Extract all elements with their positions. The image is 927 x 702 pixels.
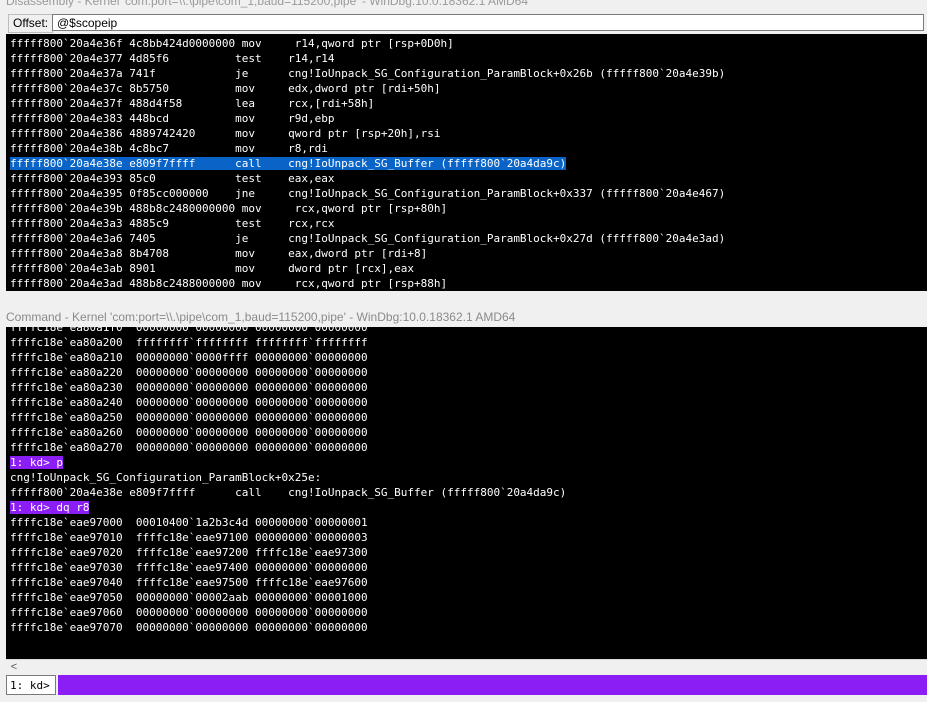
command-output-text: ffffc18e`eae97000 00010400`1a2b3c4d 0000… [10, 516, 368, 529]
command-output-text: ffffc18e`eae97070 00000000`00000000 0000… [10, 621, 368, 634]
disassembly-line[interactable]: fffff800`20a4e37f 488d4f58 lea rcx,[rdi+… [10, 96, 725, 111]
command-output-text: cng!IoUnpack_SG_Configuration_ParamBlock… [10, 471, 322, 484]
command-output-line: ffffc18e`eae97000 00010400`1a2b3c4d 0000… [10, 515, 566, 530]
command-echo-text: 1: kd> dq r8 [10, 501, 90, 514]
disassembly-line[interactable]: fffff800`20a4e393 85c0 test eax,eax [10, 171, 725, 186]
disassembly-line-text: fffff800`20a4e383 448bcd mov r9d,ebp [10, 112, 335, 125]
command-output-line: ffffc18e`eae97030 ffffc18e`eae97400 0000… [10, 560, 566, 575]
disassembly-line-text: fffff800`20a4e3ad 488b8c2488000000 mov r… [10, 277, 448, 290]
command-output-text: ffffc18e`ea80a220 00000000`00000000 0000… [10, 366, 368, 379]
disassembly-line-current[interactable]: fffff800`20a4e38e e809f7ffff call cng!Io… [10, 156, 725, 171]
command-output-line: ffffc18e`ea80a260 00000000`00000000 0000… [10, 425, 566, 440]
command-output-line: ffffc18e`eae97010 ffffc18e`eae97100 0000… [10, 530, 566, 545]
command-output-text: ffffc18e`ea80a270 00000000`00000000 0000… [10, 441, 368, 454]
disassembly-line-text: fffff800`20a4e3ab 8901 mov dword ptr [rc… [10, 262, 414, 275]
disassembly-line-text: fffff800`20a4e39b 488b8c2480000000 mov r… [10, 202, 448, 215]
disassembly-line-text: fffff800`20a4e36f 4c8bb424d0000000 mov r… [10, 37, 454, 50]
command-output-text: ffffc18e`eae97040 ffffc18e`eae97500 ffff… [10, 576, 368, 589]
disassembly-line[interactable]: fffff800`20a4e37a 741f je cng!IoUnpack_S… [10, 66, 725, 81]
command-output-line: ffffc18e`ea80a270 00000000`00000000 0000… [10, 440, 566, 455]
command-line: 1: kd> [6, 675, 927, 695]
disassembly-line-text: fffff800`20a4e37f 488d4f58 lea rcx,[rdi+… [10, 97, 375, 110]
command-output-line: ffffc18e`ea80a220 00000000`00000000 0000… [10, 365, 566, 380]
command-output-line: ffffc18e`ea80a240 00000000`00000000 0000… [10, 395, 566, 410]
command-output-text: ffffc18e`ea80a250 00000000`00000000 0000… [10, 411, 368, 424]
disassembly-lines: fffff800`20a4e36f 4c8bb424d0000000 mov r… [10, 36, 725, 291]
command-output-text: ffffc18e`ea80a200 ffffffff`ffffffff ffff… [10, 336, 368, 349]
command-title: Command - Kernel 'com:port=\\.\pipe\com_… [6, 310, 516, 324]
disassembly-title: Disassembly - Kernel 'com:port=\\.\pipe\… [6, 0, 528, 8]
disassembly-window: Disassembly - Kernel 'com:port=\\.\pipe\… [0, 0, 927, 297]
disassembly-line[interactable]: fffff800`20a4e383 448bcd mov r9d,ebp [10, 111, 725, 126]
command-output-line: ffffc18e`eae97040 ffffc18e`eae97500 ffff… [10, 575, 566, 590]
disassembly-line-text: fffff800`20a4e393 85c0 test eax,eax [10, 172, 335, 185]
command-output-text: ffffc18e`eae97060 00000000`00000000 0000… [10, 606, 368, 619]
disassembly-line[interactable]: fffff800`20a4e3ab 8901 mov dword ptr [rc… [10, 261, 725, 276]
command-output-text: ffffc18e`ea80a210 00000000`0000ffff 0000… [10, 351, 368, 364]
disassembly-line-text: fffff800`20a4e38e e809f7ffff call cng!Io… [10, 157, 567, 170]
command-output-text: ffffc18e`ea80a240 00000000`00000000 0000… [10, 396, 368, 409]
command-output-line: ffffc18e`eae97050 00000000`00002aab 0000… [10, 590, 566, 605]
command-echo-line: 1: kd> p [10, 455, 566, 470]
command-output-line: ffffc18e`eae97060 00000000`00000000 0000… [10, 605, 566, 620]
horizontal-scrollbar[interactable]: < [6, 659, 927, 674]
command-output-pane[interactable]: ffffc18e`ea80a1f0 00000000`00000000 0000… [6, 327, 927, 659]
command-output-text: ffffc18e`eae97010 ffffc18e`eae97100 0000… [10, 531, 368, 544]
disassembly-line-text: fffff800`20a4e377 4d85f6 test r14,r14 [10, 52, 335, 65]
scroll-left-arrow-icon[interactable]: < [8, 660, 20, 674]
disassembly-line[interactable]: fffff800`20a4e39b 488b8c2480000000 mov r… [10, 201, 725, 216]
disassembly-line[interactable]: fffff800`20a4e3ad 488b8c2488000000 mov r… [10, 276, 725, 291]
command-echo-text: 1: kd> p [10, 456, 63, 469]
command-prompt-label: 1: kd> [6, 675, 56, 695]
disassembly-line-text: fffff800`20a4e3a6 7405 je cng!IoUnpack_S… [10, 232, 726, 245]
offset-bar: Offset: [6, 13, 927, 33]
command-output-lines: ffffc18e`ea80a1f0 00000000`00000000 0000… [10, 327, 566, 635]
command-output-text: ffffc18e`eae97050 00000000`00002aab 0000… [10, 591, 368, 604]
disassembly-line[interactable]: fffff800`20a4e36f 4c8bb424d0000000 mov r… [10, 36, 725, 51]
command-output-line: cng!IoUnpack_SG_Configuration_ParamBlock… [10, 470, 566, 485]
command-output-line: ffffc18e`ea80a210 00000000`0000ffff 0000… [10, 350, 566, 365]
command-output-line: ffffc18e`ea80a200 ffffffff`ffffffff ffff… [10, 335, 566, 350]
command-output-line: ffffc18e`ea80a1f0 00000000`00000000 0000… [10, 327, 566, 335]
disassembly-line[interactable]: fffff800`20a4e377 4d85f6 test r14,r14 [10, 51, 725, 66]
disassembly-line-text: fffff800`20a4e37c 8b5750 mov edx,dword p… [10, 82, 441, 95]
command-output-text: ffffc18e`ea80a260 00000000`00000000 0000… [10, 426, 368, 439]
command-echo-line: 1: kd> dq r8 [10, 500, 566, 515]
disassembly-line[interactable]: fffff800`20a4e3a6 7405 je cng!IoUnpack_S… [10, 231, 725, 246]
disassembly-line[interactable]: fffff800`20a4e395 0f85cc000000 jne cng!I… [10, 186, 725, 201]
disassembly-line[interactable]: fffff800`20a4e386 4889742420 mov qword p… [10, 126, 725, 141]
disassembly-line[interactable]: fffff800`20a4e37c 8b5750 mov edx,dword p… [10, 81, 725, 96]
command-output-line: fffff800`20a4e38e e809f7ffff call cng!Io… [10, 485, 566, 500]
disassembly-line[interactable]: fffff800`20a4e38b 4c8bc7 mov r8,rdi [10, 141, 725, 156]
command-output-line: ffffc18e`eae97020 ffffc18e`eae97200 ffff… [10, 545, 566, 560]
command-output-line: ffffc18e`ea80a230 00000000`00000000 0000… [10, 380, 566, 395]
disassembly-line-text: fffff800`20a4e3a8 8b4708 mov eax,dword p… [10, 247, 428, 260]
command-window: Command - Kernel 'com:port=\\.\pipe\com_… [0, 307, 927, 702]
disassembly-pane[interactable]: fffff800`20a4e36f 4c8bb424d0000000 mov r… [6, 34, 927, 291]
disassembly-line-text: fffff800`20a4e38b 4c8bc7 mov r8,rdi [10, 142, 328, 155]
command-output-text: ffffc18e`ea80a230 00000000`00000000 0000… [10, 381, 368, 394]
disassembly-line[interactable]: fffff800`20a4e3a3 4885c9 test rcx,rcx [10, 216, 725, 231]
disassembly-line-text: fffff800`20a4e386 4889742420 mov qword p… [10, 127, 441, 140]
command-output-text: ffffc18e`ea80a1f0 00000000`00000000 0000… [10, 327, 368, 334]
disassembly-line[interactable]: fffff800`20a4e3a8 8b4708 mov eax,dword p… [10, 246, 725, 261]
command-output-line: ffffc18e`ea80a250 00000000`00000000 0000… [10, 410, 566, 425]
command-input[interactable] [58, 675, 927, 695]
command-output-line: ffffc18e`eae97070 00000000`00000000 0000… [10, 620, 566, 635]
command-output-text: ffffc18e`eae97030 ffffc18e`eae97400 0000… [10, 561, 368, 574]
disassembly-line-text: fffff800`20a4e3a3 4885c9 test rcx,rcx [10, 217, 335, 230]
disassembly-line-text: fffff800`20a4e37a 741f je cng!IoUnpack_S… [10, 67, 726, 80]
disassembly-line-text: fffff800`20a4e395 0f85cc000000 jne cng!I… [10, 187, 726, 200]
offset-label: Offset: [8, 14, 54, 33]
window-splitter[interactable] [0, 297, 927, 307]
offset-input[interactable] [52, 14, 924, 31]
command-output-text: fffff800`20a4e38e e809f7ffff call cng!Io… [10, 486, 567, 499]
command-output-text: ffffc18e`eae97020 ffffc18e`eae97200 ffff… [10, 546, 368, 559]
